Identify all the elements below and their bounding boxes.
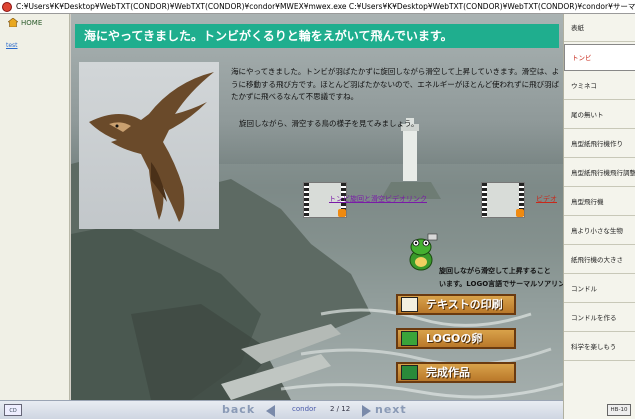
tip-line-1: 旋回しながら滑空して上昇すること xyxy=(439,267,551,275)
print-text-label: テキストの印刷 xyxy=(426,298,503,311)
home-link[interactable]: HOME xyxy=(21,19,42,27)
next-button[interactable]: next xyxy=(375,403,407,416)
complete-works-label: 完成作品 xyxy=(426,366,470,379)
next-arrow-icon[interactable] xyxy=(362,405,371,417)
right-nav-item[interactable]: 鳥型飛行機 xyxy=(564,189,635,216)
back-arrow-icon[interactable] xyxy=(266,405,275,417)
print-text-button[interactable]: テキストの印刷 xyxy=(396,294,516,315)
film-strip-icon xyxy=(482,183,487,217)
right-nav-item[interactable]: 鳥型紙飛行機飛行調整 xyxy=(564,160,635,187)
right-nav-item[interactable]: コンドルを作る xyxy=(564,305,635,332)
printer-icon xyxy=(401,297,418,312)
video-link-1[interactable]: トンビ旋回と滑空ビデオリンク xyxy=(329,194,427,204)
film-strip-icon xyxy=(304,183,309,217)
right-nav-item[interactable]: 科学を楽しもう xyxy=(564,334,635,361)
right-nav-item[interactable]: 表紙 xyxy=(564,15,635,42)
tip-line-2: います。LOGO言語でサーマルソアリングす xyxy=(439,279,563,288)
logo-egg-label: LOGOの卵 xyxy=(426,332,483,345)
kite-bird-icon xyxy=(89,72,214,222)
section-label: condor xyxy=(292,405,317,413)
toolbar-icon[interactable]: CD xyxy=(4,404,22,416)
right-nav-item[interactable]: 尾の無いト xyxy=(564,102,635,129)
right-nav-item[interactable]: 紙飛行機の大きさ xyxy=(564,247,635,274)
page-heading: 海にやってきました。トンビがくるりと輪をえがいて飛んでいます。 xyxy=(75,24,559,48)
main-content: 海にやってきました。トンビがくるりと輪をえがいて飛んでいます。 海にやってきまし… xyxy=(71,14,563,400)
app-icon xyxy=(2,2,12,12)
complete-works-button[interactable]: 完成作品 xyxy=(396,362,516,383)
intro-paragraph: 海にやってきました。トンビが羽ばたかずに旋回しながら滑空して上昇していきます。滑… xyxy=(231,67,560,101)
video-thumbnail-2[interactable] xyxy=(481,182,525,218)
frog-icon xyxy=(409,233,438,271)
trophy-icon xyxy=(401,365,418,380)
right-nav: 表紙 トンビ ウミネコ 尾の無いト 鳥型紙飛行機作り 鳥型紙飛行機飛行調整 鳥型飛行機 鳥より… xyxy=(563,14,635,419)
right-nav-item[interactable]: コンドル xyxy=(564,276,635,303)
instruction-paragraph: 旋回しながら、滑空する鳥の様子を見てみましょう。 xyxy=(239,119,419,128)
window-titlebar: C:¥Users¥K¥Desktop¥WebTXT(CONDOR)¥WebTXT… xyxy=(0,0,635,14)
right-nav-item[interactable]: トンビ xyxy=(564,44,635,71)
right-nav-item[interactable]: ウミネコ xyxy=(564,73,635,100)
logo-egg-button[interactable]: LOGOの卵 xyxy=(396,328,516,349)
play-icon xyxy=(338,209,346,217)
play-icon xyxy=(516,209,524,217)
home-icon[interactable] xyxy=(8,18,18,27)
right-nav-item[interactable]: 鳥型紙飛行機作り xyxy=(564,131,635,158)
kite-bird-photo xyxy=(79,62,219,229)
bottom-nav-bar: CD back condor 2 / 12 next xyxy=(0,400,563,419)
right-nav-item[interactable]: 鳥より小さな生物 xyxy=(564,218,635,245)
tip-text: 旋回しながら滑空して上昇すること います。LOGO言語でサーマルソアリングす xyxy=(439,265,563,290)
test-link[interactable]: test xyxy=(6,42,18,49)
left-nav: HOME test xyxy=(0,14,70,400)
page-indicator: 2 / 12 xyxy=(330,405,351,413)
back-button[interactable]: back xyxy=(222,403,255,416)
window-title: C:¥Users¥K¥Desktop¥WebTXT(CONDOR)¥WebTXT… xyxy=(16,2,635,11)
video-link-2[interactable]: ビデオ xyxy=(536,194,557,204)
logo-egg-icon xyxy=(401,331,418,346)
help-button[interactable]: HB-10 xyxy=(607,404,631,416)
